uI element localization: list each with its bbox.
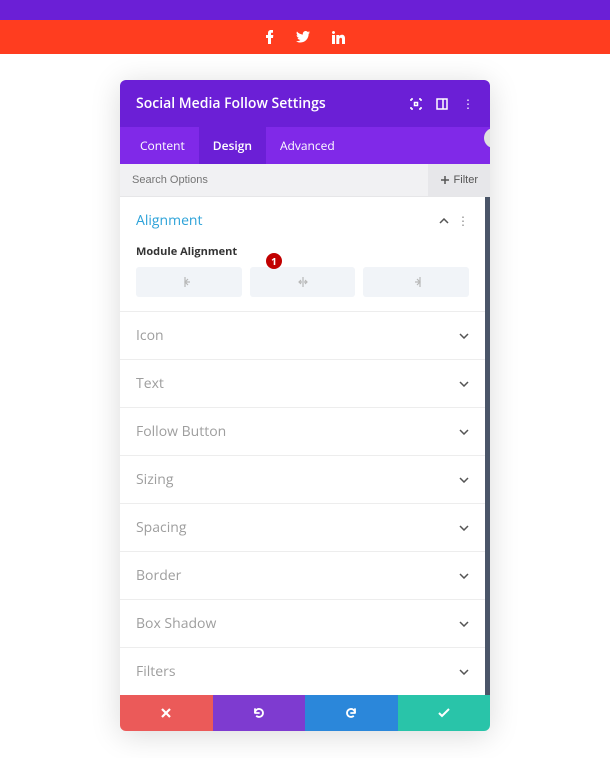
modal-tabs: Content Design Advanced [120,127,490,164]
section-header[interactable]: Alignment ⋮ [136,211,469,230]
filter-button[interactable]: Filter [428,164,490,196]
section-text: Text [120,360,485,408]
section-filters: Filters [120,648,485,695]
section-title: Text [136,374,164,393]
chevron-up-icon [439,218,449,224]
section-box-shadow: Box Shadow [120,600,485,648]
filter-label: Filter [454,174,478,186]
chevron-down-icon [459,525,469,531]
chevron-down-icon [459,621,469,627]
section-header[interactable]: Text [136,374,469,393]
page-top-purple-bar [0,0,610,20]
settings-modal: ✕ Social Media Follow Settings ⋮ Content… [120,80,490,731]
chevron-down-icon [459,333,469,339]
annotation-badge: 1 [266,253,282,269]
option-label: Module Alignment [136,244,469,259]
section-title: Follow Button [136,422,226,441]
header-action-icons: ⋮ [410,95,474,112]
search-row: Filter [120,164,490,197]
section-header[interactable]: Spacing [136,518,469,537]
section-header[interactable]: Box Shadow [136,614,469,633]
twitter-icon[interactable] [296,31,310,43]
chevron-down-icon [459,669,469,675]
section-title: Spacing [136,518,186,537]
redo-button[interactable] [305,695,398,731]
save-button[interactable] [398,695,491,731]
modal-body[interactable]: Alignment ⋮ Module Alignment 1 [120,197,490,695]
section-header[interactable]: Border [136,566,469,585]
section-icon: Icon [120,312,485,360]
section-title: Alignment [136,211,203,230]
section-title: Border [136,566,181,585]
align-center-button[interactable] [250,267,356,297]
align-right-button[interactable] [363,267,469,297]
expand-icon[interactable] [410,98,422,110]
chevron-down-icon [459,573,469,579]
search-input[interactable] [120,164,428,196]
section-spacing: Spacing [120,504,485,552]
section-alignment: Alignment ⋮ Module Alignment 1 [120,197,485,312]
more-icon[interactable]: ⋮ [462,95,474,112]
alignment-button-group: 1 [136,267,469,297]
tab-content[interactable]: Content [126,127,199,164]
section-header[interactable]: Filters [136,662,469,681]
section-title: Icon [136,326,164,345]
modal-title: Social Media Follow Settings [136,94,326,113]
alignment-options: Module Alignment 1 [136,230,469,297]
section-title: Box Shadow [136,614,216,633]
modal-header: Social Media Follow Settings ⋮ [120,80,490,127]
page-social-bar [0,20,610,54]
align-left-button[interactable] [136,267,242,297]
section-header[interactable]: Follow Button [136,422,469,441]
facebook-icon[interactable] [266,30,274,44]
chevron-down-icon [459,429,469,435]
chevron-down-icon [459,477,469,483]
page-background: ✕ Social Media Follow Settings ⋮ Content… [0,54,610,758]
linkedin-icon[interactable] [332,31,345,44]
section-border: Border [120,552,485,600]
tab-design[interactable]: Design [199,127,266,164]
section-sizing: Sizing [120,456,485,504]
section-title: Filters [136,662,176,681]
cancel-button[interactable] [120,695,213,731]
chevron-down-icon [459,381,469,387]
section-title: Sizing [136,470,174,489]
section-more-icon[interactable]: ⋮ [457,212,469,229]
section-header[interactable]: Icon [136,326,469,345]
snap-icon[interactable] [436,98,448,110]
modal-footer [120,695,490,731]
tab-advanced[interactable]: Advanced [266,127,349,164]
undo-button[interactable] [213,695,306,731]
section-follow-button: Follow Button [120,408,485,456]
section-header[interactable]: Sizing [136,470,469,489]
